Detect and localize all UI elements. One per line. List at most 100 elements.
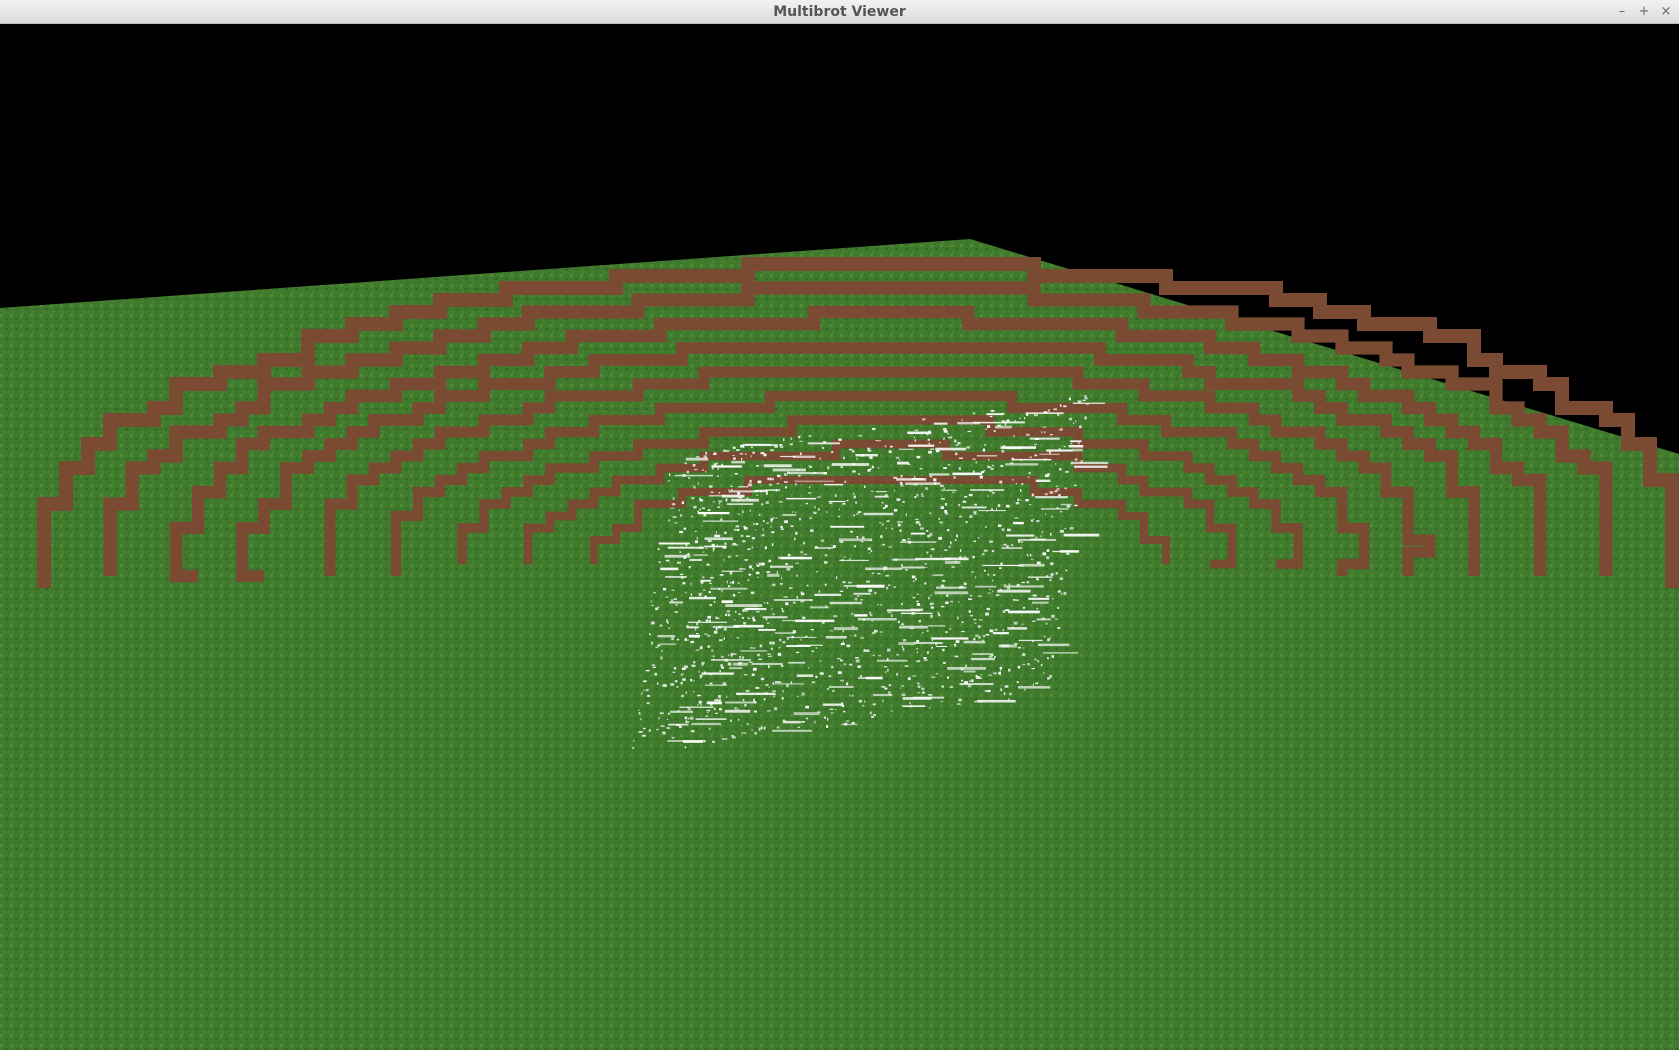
maximize-icon[interactable]: +: [1634, 2, 1654, 22]
fractal-speck: [657, 635, 676, 638]
fractal-speck: [766, 571, 771, 573]
fractal-speck: [912, 596, 916, 599]
fractal-speck: [1017, 498, 1020, 501]
fractal-speck: [885, 574, 890, 577]
fractal-speck: [1021, 483, 1024, 485]
fractal-speck: [843, 556, 846, 558]
fractal-speck: [855, 513, 860, 515]
fractal-speck: [947, 464, 951, 466]
fractal-speck: [865, 676, 883, 680]
fractal-speck: [669, 710, 693, 713]
fractal-speck: [796, 674, 814, 677]
fractal-speck: [714, 699, 717, 701]
fractal-speck: [985, 612, 989, 616]
fractal-speck: [697, 510, 699, 513]
fractal-speck: [785, 486, 787, 489]
fractal-speck: [649, 633, 651, 636]
fractal-speck: [699, 499, 703, 502]
fractal-speck: [833, 615, 838, 618]
fractal-speck: [916, 493, 919, 497]
fractal-speck: [1020, 489, 1022, 492]
fractal-speck: [869, 456, 873, 460]
close-icon[interactable]: ×: [1656, 2, 1676, 22]
render-viewport[interactable]: [0, 24, 1679, 1050]
fractal-speck: [765, 684, 769, 686]
fractal-speck: [725, 613, 727, 616]
fractal-speck: [712, 740, 715, 743]
fractal-speck: [817, 711, 821, 713]
fractal-speck: [709, 604, 712, 606]
fractal-speck: [1029, 504, 1031, 506]
fractal-speck: [733, 653, 737, 655]
fractal-speck: [902, 639, 907, 642]
fractal-speck: [688, 566, 691, 569]
fractal-speck: [839, 540, 844, 543]
fractal-speck: [747, 483, 752, 487]
fractal-speck: [1084, 416, 1087, 420]
fractal-speck: [961, 418, 963, 421]
voxel-terrain-scene: [0, 24, 1679, 1050]
fractal-speck: [1002, 629, 1004, 632]
fractal-speck: [863, 649, 867, 652]
fractal-speck: [1027, 476, 1030, 478]
fractal-speck: [727, 613, 731, 617]
fractal-speck: [991, 508, 993, 511]
fractal-speck: [968, 610, 971, 613]
fractal-speck: [750, 455, 752, 458]
fractal-speck: [680, 673, 684, 676]
fractal-speck: [751, 546, 754, 549]
fractal-speck: [1049, 434, 1053, 436]
fractal-speck: [679, 725, 682, 728]
window-titlebar[interactable]: Multibrot Viewer – + ×: [0, 0, 1679, 24]
fractal-speck: [980, 674, 982, 676]
fractal-speck: [942, 648, 945, 652]
fractal-speck: [902, 705, 926, 707]
minimize-icon[interactable]: –: [1612, 2, 1632, 22]
fractal-speck: [941, 489, 957, 491]
fractal-speck: [964, 681, 969, 684]
fractal-speck: [989, 629, 994, 633]
fractal-speck: [1035, 682, 1039, 685]
fractal-speck: [935, 450, 940, 453]
fractal-speck: [863, 618, 865, 621]
fractal-speck: [901, 566, 925, 569]
fractal-speck: [917, 685, 921, 688]
fractal-speck: [768, 665, 770, 668]
fractal-speck: [864, 700, 866, 703]
fractal-speck: [743, 527, 748, 530]
fractal-speck: [1011, 544, 1014, 546]
fractal-speck: [674, 680, 678, 683]
fractal-speck: [705, 715, 709, 717]
fractal-speck: [1001, 644, 1017, 648]
fractal-speck: [741, 732, 744, 734]
fractal-speck: [985, 428, 988, 430]
fractal-speck: [1036, 520, 1040, 523]
fractal-speck: [790, 525, 794, 527]
fractal-speck: [997, 589, 1031, 593]
fractal-speck: [702, 469, 704, 471]
fractal-speck: [745, 689, 750, 692]
fractal-speck: [717, 534, 721, 538]
fractal-speck: [984, 569, 986, 572]
fractal-speck: [931, 637, 969, 640]
fractal-speck: [846, 682, 849, 686]
fractal-speck: [822, 703, 844, 706]
fractal-speck: [838, 438, 842, 441]
fractal-speck: [720, 656, 724, 658]
fractal-speck: [712, 655, 715, 658]
fractal-speck: [890, 614, 893, 618]
fractal-speck: [921, 687, 925, 690]
fractal-speck: [726, 580, 728, 584]
fractal-speck: [969, 515, 973, 518]
fractal-speck: [750, 591, 755, 594]
fractal-speck: [653, 592, 656, 594]
fractal-speck: [954, 643, 957, 647]
fractal-speck: [851, 612, 854, 615]
fractal-speck: [1070, 442, 1073, 444]
fractal-speck: [986, 607, 990, 611]
fractal-speck: [979, 475, 983, 479]
fractal-speck: [701, 507, 706, 509]
fractal-speck: [751, 673, 755, 676]
fractal-speck: [766, 602, 769, 604]
fractal-speck: [895, 456, 900, 459]
